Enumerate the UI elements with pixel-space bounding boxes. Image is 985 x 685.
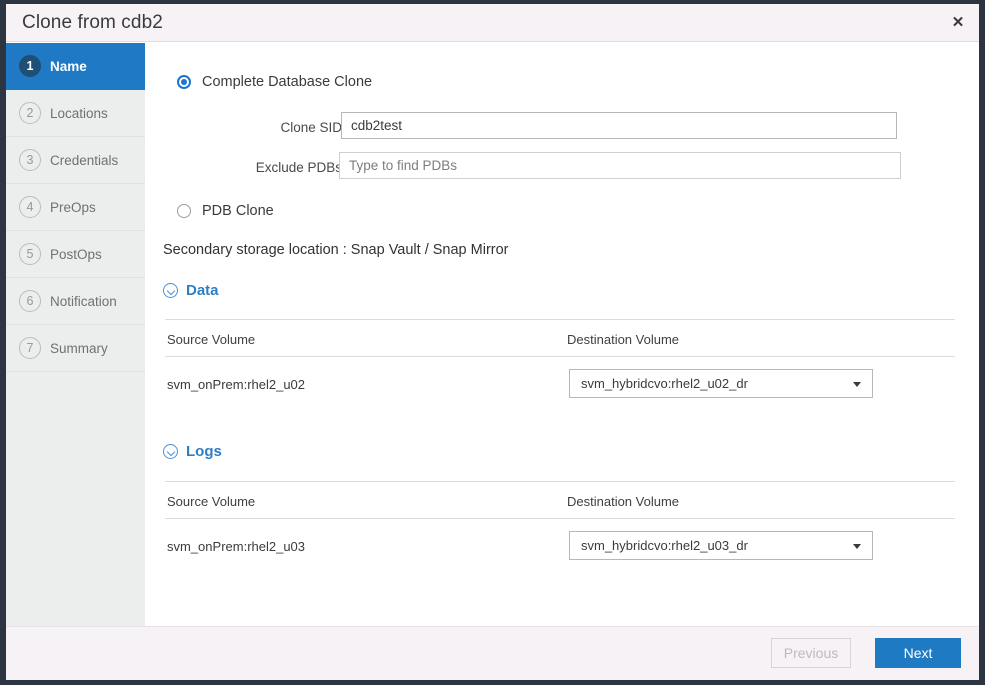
step-number: 1 [19,55,41,77]
sidebar-item-label: Summary [50,341,108,356]
clone-sid-label: Clone SID [205,120,342,135]
radio-indicator [177,75,191,89]
data-group-toggle[interactable]: Data [163,282,219,299]
step-number: 7 [19,337,41,359]
table-divider [165,356,955,357]
select-value: svm_hybridcvo:rhel2_u03_dr [570,538,748,553]
column-header-destination-volume: Destination Volume [567,332,679,347]
step-number: 5 [19,243,41,265]
sidebar-item-label: Notification [50,294,117,309]
clone-sid-input[interactable] [341,112,897,139]
table-row: svm_onPrem:rhel2_u03 [167,539,305,554]
step-number: 2 [19,102,41,124]
clone-wizard-dialog: Clone from cdb2 ✕ 1 Name 2 Locations 3 C… [6,4,979,680]
data-destination-volume-select[interactable]: svm_hybridcvo:rhel2_u02_dr [569,369,873,398]
logs-group-label: Logs [186,443,222,460]
sidebar-item-postops[interactable]: 5 PostOps [6,231,145,278]
step-number: 3 [19,149,41,171]
logs-group-toggle[interactable]: Logs [163,443,222,460]
table-row: svm_onPrem:rhel2_u02 [167,377,305,392]
radio-label: PDB Clone [202,203,274,219]
table-divider [165,319,955,320]
select-value: svm_hybridcvo:rhel2_u02_dr [570,376,748,391]
column-header-source-volume: Source Volume [167,494,255,509]
sidebar-item-label: Credentials [50,153,118,168]
table-divider [165,481,955,482]
radio-indicator [177,204,191,218]
sidebar-item-label: Name [50,59,87,74]
exclude-pdbs-input[interactable] [339,152,901,179]
step-number: 4 [19,196,41,218]
next-button[interactable]: Next [875,638,961,668]
page-title: Clone from cdb2 [22,12,163,34]
sidebar-item-name[interactable]: 1 Name [6,43,145,90]
radio-complete-database-clone[interactable]: Complete Database Clone [177,74,372,90]
chevron-down-icon [163,444,178,459]
table-divider [165,518,955,519]
window-frame: Clone from cdb2 ✕ 1 Name 2 Locations 3 C… [0,0,985,685]
radio-pdb-clone[interactable]: PDB Clone [177,203,274,219]
sidebar-item-label: PostOps [50,247,102,262]
exclude-pdbs-label: Exclude PDBs [205,160,342,175]
data-group-label: Data [186,282,219,299]
sidebar-item-locations[interactable]: 2 Locations [6,90,145,137]
chevron-down-icon [163,283,178,298]
radio-label: Complete Database Clone [202,74,372,90]
sidebar-item-preops[interactable]: 4 PreOps [6,184,145,231]
sidebar-item-label: PreOps [50,200,96,215]
chevron-down-icon [853,544,861,549]
sidebar-item-label: Locations [50,106,108,121]
sidebar-item-notification[interactable]: 6 Notification [6,278,145,325]
wizard-step-content: Complete Database Clone Clone SID Exclud… [145,43,979,626]
step-number: 6 [19,290,41,312]
wizard-steps-sidebar: 1 Name 2 Locations 3 Credentials 4 PreOp… [6,43,145,626]
sidebar-item-summary[interactable]: 7 Summary [6,325,145,372]
chevron-down-icon [853,382,861,387]
dialog-header: Clone from cdb2 ✕ [6,4,979,42]
secondary-storage-heading: Secondary storage location : Snap Vault … [163,242,509,258]
dialog-footer: Previous Next [6,626,979,680]
logs-destination-volume-select[interactable]: svm_hybridcvo:rhel2_u03_dr [569,531,873,560]
close-icon[interactable]: ✕ [947,13,969,35]
column-header-destination-volume: Destination Volume [567,494,679,509]
previous-button[interactable]: Previous [771,638,851,668]
sidebar-item-credentials[interactable]: 3 Credentials [6,137,145,184]
column-header-source-volume: Source Volume [167,332,255,347]
